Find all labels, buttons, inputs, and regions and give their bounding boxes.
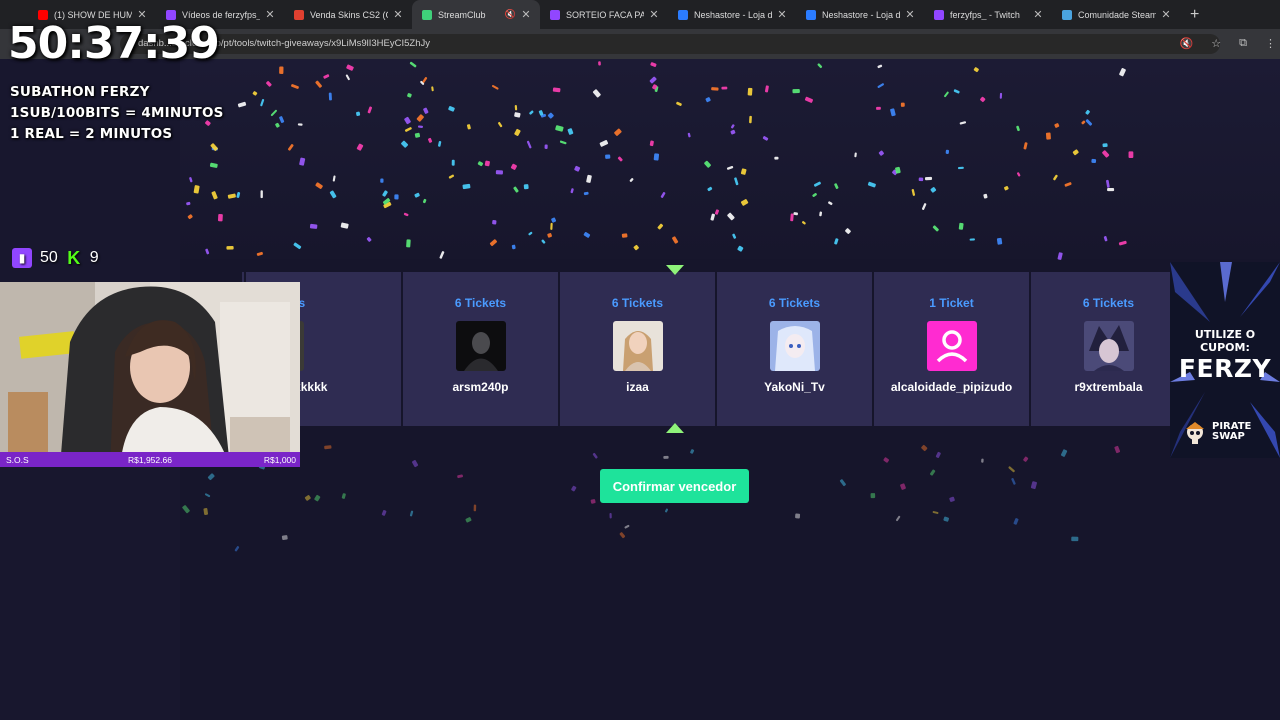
webcam-image (0, 282, 300, 467)
participant-username: YakoNi_Tv (764, 380, 825, 394)
participant-username: alcaloidade_pipizudo (890, 380, 1013, 394)
ticket-count: 6 Tickets (768, 296, 821, 310)
tab-title: Neshastore - Loja de (694, 9, 772, 20)
participant-avatar (1083, 321, 1134, 371)
screen: (1) SHOW DE HUMOR✕Vídeos de ferzyfps_ -✕… (0, 0, 1280, 720)
goal-target-value: R$1,000 (263, 454, 296, 465)
goal-label: S.O.S (6, 454, 29, 465)
subathon-timer: 50:37:39 (8, 18, 220, 69)
browser-tab[interactable]: Venda Skins CS2 (CS: ✕ (284, 0, 412, 29)
kick-icon: K (67, 247, 81, 268)
tab-close-icon[interactable]: ✕ (264, 8, 276, 21)
subathon-line: 1SUB/100BITS = 4MINUTOS (10, 105, 224, 121)
browser-tab[interactable]: Neshastore - Loja de ✕ (796, 0, 924, 29)
webcam-feed (0, 282, 300, 467)
reel-pointer-bottom-icon (666, 423, 684, 433)
subathon-line: SUBATHON FERZY (10, 84, 150, 100)
participant-avatar (612, 321, 663, 371)
participant-username: izaa (626, 380, 649, 394)
ticket-count: 6 Tickets (611, 296, 664, 310)
tab-mute-icon[interactable]: 🔇 (505, 9, 516, 20)
reel-card: 6 Tickets YakoNi_Tv (717, 272, 872, 426)
goal-current-value: R$1,952.66 (128, 454, 172, 465)
tab-favicon-icon (678, 9, 688, 20)
browser-tab[interactable]: Comunidade Steam : ✕ (1052, 0, 1180, 29)
ticket-count: 6 Tickets (454, 296, 507, 310)
tab-close-icon[interactable]: ✕ (1032, 8, 1044, 21)
viewer-counters: ▮ 50 K 9 (12, 248, 99, 268)
tab-close-icon[interactable]: ✕ (904, 8, 916, 21)
browser-tab[interactable]: Neshastore - Loja de ✕ (668, 0, 796, 29)
twitch-viewer-count: 50 (40, 249, 58, 266)
winner-reel: 6 Ticketsykkkkkkkkkk6 Ticketsarsm240p6 T… (242, 272, 1170, 426)
participant-username: r9xtrembala (1074, 380, 1143, 394)
toolbar-icons: 🔇 ☆ ⧉ ⋮ (1180, 37, 1276, 50)
ticket-count: 1 Ticket (929, 296, 974, 310)
donation-goal-bar: S.O.S R$1,952.66 R$1,000 (0, 452, 300, 467)
tab-title: Neshastore - Loja de (822, 9, 900, 20)
reel-card: 1 Ticket alcaloidade_pipizudo (874, 272, 1029, 426)
reel-pointer-top-icon (666, 265, 684, 275)
tab-favicon-icon (422, 9, 432, 20)
tab-title: Comunidade Steam : (1078, 9, 1156, 20)
address-bar[interactable]: dashb...amclub.app/pt/tools/twitch-givea… (120, 34, 1220, 54)
participant-username: arsm240p (452, 380, 509, 394)
tab-title: StreamClub (438, 9, 486, 20)
sponsor-brand: PIRATE SWAP (1212, 422, 1251, 442)
brand-line: SWAP (1212, 431, 1245, 442)
tab-close-icon[interactable]: ✕ (392, 8, 404, 21)
tab-favicon-icon (934, 9, 944, 20)
tab-favicon-icon (550, 9, 560, 20)
participant-avatar (926, 321, 977, 371)
sponsor-coupon-code: FERZY (1178, 354, 1272, 383)
tab-title: Venda Skins CS2 (CS: (310, 9, 388, 20)
participant-avatar (769, 321, 820, 371)
new-tab-icon[interactable]: + (1190, 6, 1199, 24)
tab-title: ferzyfps_ - Twitch (950, 9, 1020, 20)
tab-favicon-icon (1062, 9, 1072, 20)
tab-close-icon[interactable]: ✕ (648, 8, 660, 21)
reel-card: 6 Tickets r9xtrembala (1031, 272, 1170, 426)
bookmark-star-icon[interactable]: ☆ (1211, 37, 1221, 50)
subathon-line: 1 REAL = 2 MINUTOS (10, 126, 173, 142)
participant-avatar (455, 321, 506, 371)
menu-icon[interactable]: ⋮ (1265, 37, 1276, 50)
mute-icon[interactable]: 🔇 (1180, 37, 1194, 50)
tab-close-icon[interactable]: ✕ (1160, 8, 1172, 21)
browser-tab[interactable]: ferzyfps_ - Twitch ✕ (924, 0, 1052, 29)
kick-viewer-count: 9 (89, 249, 99, 266)
subathon-info: SUBATHON FERZY 1SUB/100BITS = 4MINUTOS 1… (10, 82, 224, 145)
tab-close-icon[interactable]: ✕ (776, 8, 788, 21)
reel-card: 6 Tickets arsm240p (403, 272, 558, 426)
reel-card: 6 Tickets izaa (560, 272, 715, 426)
tab-title: SORTEIO FACA PARA (566, 9, 644, 20)
tab-close-icon[interactable]: ✕ (520, 8, 532, 21)
sponsor-banner: UTILIZE O CUPOM: FERZY PIRATE SWAP (1170, 262, 1280, 458)
confirm-winner-button[interactable]: Confirmar vencedor (600, 469, 749, 503)
browser-tab[interactable]: StreamClub 🔇 ✕ (412, 0, 540, 29)
ticket-count: 6 Tickets (1082, 296, 1135, 310)
extensions-icon[interactable]: ⧉ (1239, 37, 1247, 50)
browser-tab[interactable]: SORTEIO FACA PARA ✕ (540, 0, 668, 29)
twitch-icon: ▮ (12, 248, 32, 268)
sponsor-coupon-label: UTILIZE O CUPOM: (1194, 328, 1256, 354)
tab-favicon-icon (294, 9, 304, 20)
pirate-skull-icon (1186, 422, 1204, 444)
tab-favicon-icon (806, 9, 816, 20)
